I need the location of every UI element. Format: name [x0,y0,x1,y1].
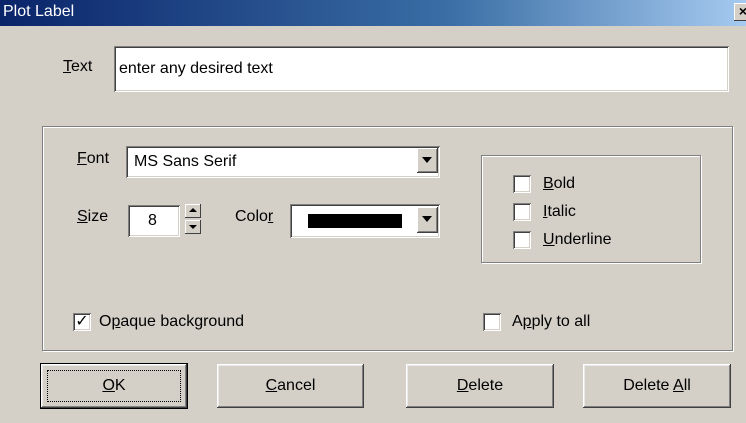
size-input[interactable]: 8 [128,205,180,237]
apply-to-all-label: Apply to all [512,313,591,330]
font-combo[interactable]: MS Sans Serif [126,146,440,178]
check-icon: ✓ [75,313,89,330]
spin-up-icon[interactable] [185,204,201,218]
delete-all-button[interactable]: Delete All [583,364,731,408]
text-label: Text [63,58,93,75]
bold-checkbox[interactable] [513,175,531,193]
focus-rect [47,370,181,402]
label-text-input[interactable] [114,46,729,92]
title-bar: Plot Label × [0,0,746,26]
spin-down-icon[interactable] [185,220,201,234]
font-label: Font [77,150,110,167]
chevron-down-icon[interactable] [417,148,438,173]
underline-label: Underline [543,231,612,248]
opaque-background-checkbox[interactable]: ✓ [73,313,91,331]
size-value: 8 [148,212,157,229]
underline-checkbox[interactable] [513,231,531,249]
italic-label: Italic [543,203,576,220]
font-combo-value: MS Sans Serif [134,153,237,170]
chevron-down-icon[interactable] [417,207,438,233]
bold-label: Bold [543,175,576,192]
opaque-background-label: Opaque background [99,313,245,330]
color-label: Color [235,208,274,225]
apply-to-all-checkbox[interactable] [483,313,501,331]
color-swatch [308,214,402,228]
window-title: Plot Label [3,3,75,20]
ok-button[interactable]: OK [41,364,187,408]
size-label: Size [77,208,109,225]
color-combo[interactable] [290,204,440,238]
close-icon[interactable]: × [734,3,746,21]
italic-checkbox[interactable] [513,203,531,221]
delete-button[interactable]: Delete [406,364,554,408]
cancel-button[interactable]: Cancel [217,364,364,408]
